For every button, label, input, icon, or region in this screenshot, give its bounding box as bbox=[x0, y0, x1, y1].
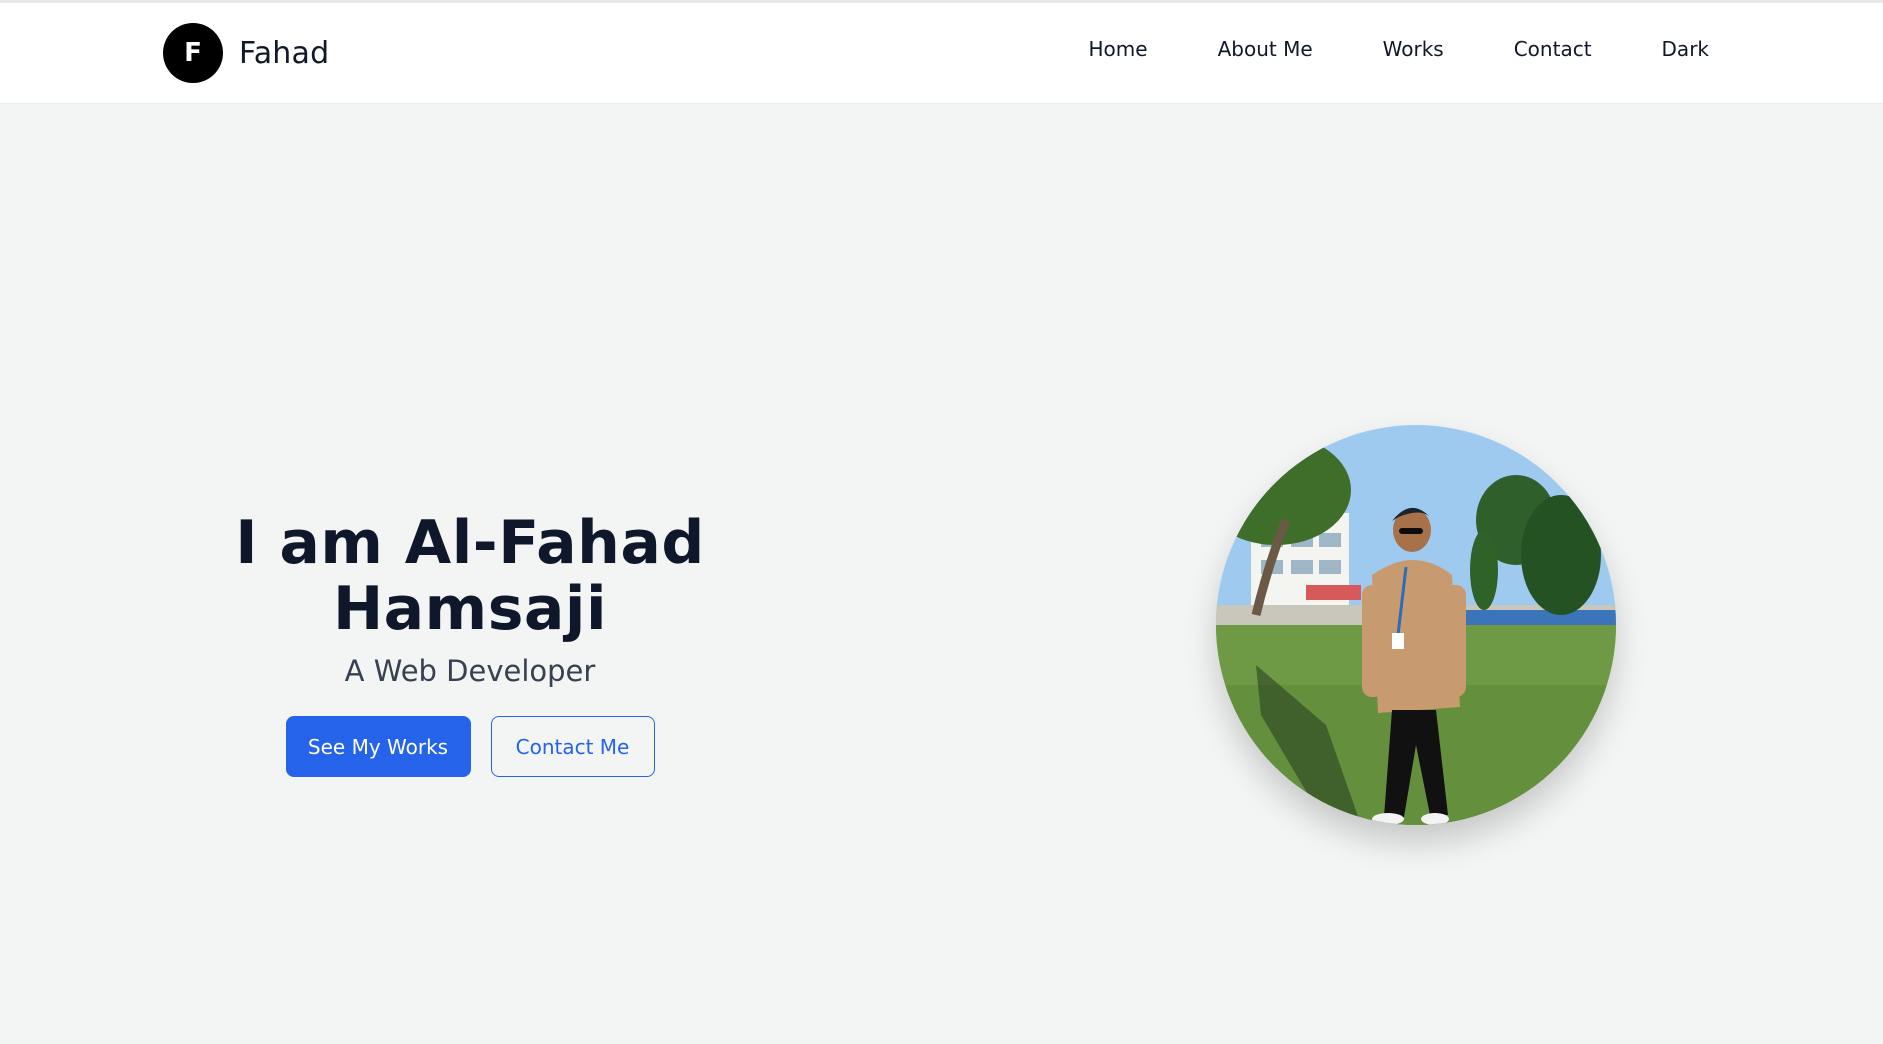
nav-about-link[interactable]: About Me bbox=[1218, 37, 1313, 61]
nav-works-link[interactable]: Works bbox=[1383, 37, 1444, 61]
profile-photo-illustration bbox=[1216, 425, 1616, 825]
nav-home-link[interactable]: Home bbox=[1089, 37, 1148, 61]
see-my-works-button[interactable]: See My Works bbox=[285, 716, 471, 777]
brand-name: Fahad bbox=[239, 35, 330, 71]
dark-mode-toggle[interactable]: Dark bbox=[1662, 37, 1709, 61]
brand-avatar: F bbox=[163, 23, 223, 83]
hero-actions: See My Works Contact Me bbox=[130, 716, 810, 777]
profile-photo bbox=[1216, 425, 1616, 825]
contact-me-button[interactable]: Contact Me bbox=[490, 716, 655, 777]
nav-contact-link[interactable]: Contact bbox=[1514, 37, 1592, 61]
hero-section: I am Al-Fahad Hamsaji A Web Developer Se… bbox=[130, 510, 810, 777]
hero-title: I am Al-Fahad Hamsaji bbox=[235, 508, 705, 644]
brand-initial: F bbox=[184, 38, 202, 68]
hero-subtitle: A Web Developer bbox=[344, 654, 596, 688]
navbar: F Fahad Home About Me Works Contact Dark bbox=[0, 3, 1883, 103]
brand-logo[interactable]: F Fahad bbox=[163, 23, 329, 83]
main-navigation: Home About Me Works Contact Dark bbox=[1089, 37, 1709, 61]
